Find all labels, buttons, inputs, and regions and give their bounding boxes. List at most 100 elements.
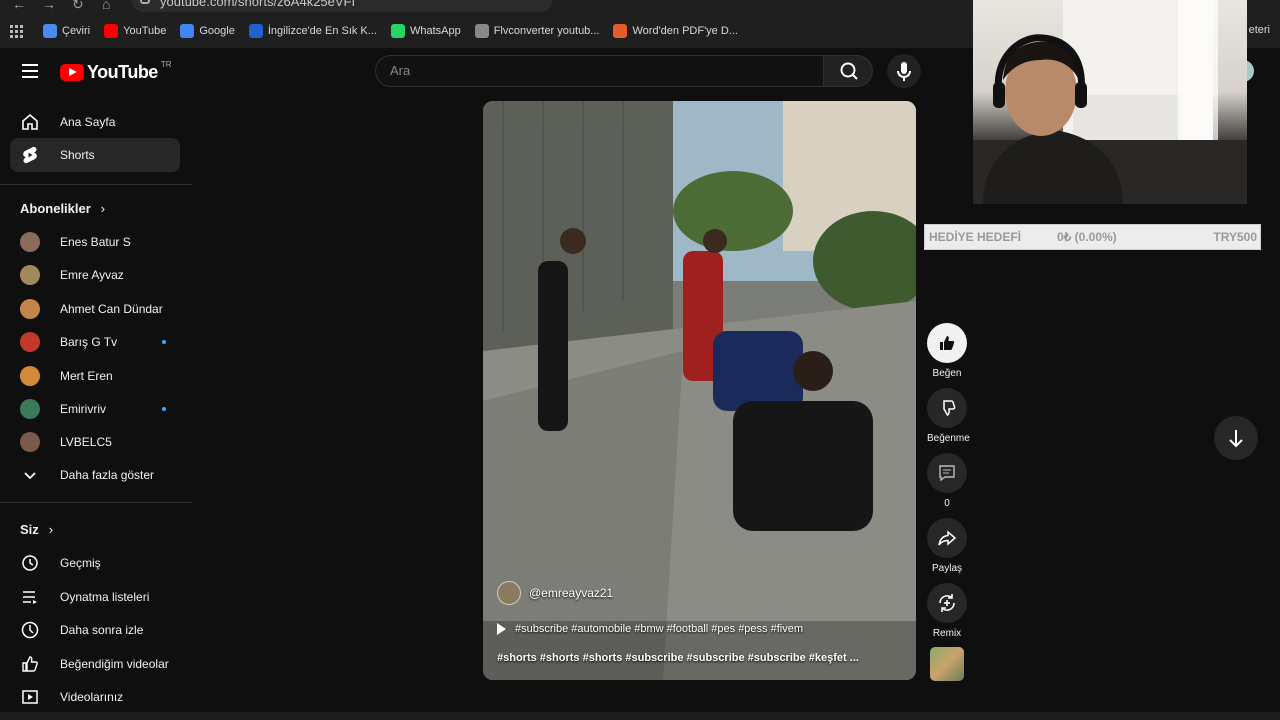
remix-button[interactable]: Remix xyxy=(927,583,967,639)
video-hashtags[interactable]: #shorts #shorts #shorts #subscribe #subs… xyxy=(497,652,859,664)
shorts-icon xyxy=(20,145,40,165)
playlists-icon xyxy=(20,587,40,607)
comments-count: 0 xyxy=(944,498,950,509)
subscription-label: Enes Batur S xyxy=(60,235,131,249)
sidebar-item-label: Shorts xyxy=(60,148,95,162)
dislike-button[interactable]: Beğenme xyxy=(927,388,970,444)
address-bar[interactable]: youtube.com/shorts/z6A4k25eVFI xyxy=(132,0,552,12)
os-taskbar xyxy=(0,712,1280,720)
liked-videos-icon xyxy=(20,654,40,674)
channel-avatar xyxy=(20,432,40,453)
channel-avatar xyxy=(20,265,40,286)
gift-goal-widget: HEDİYE HEDEFİ 0₺ (0.00%) TRY500 xyxy=(924,224,1261,250)
sidebar-item-home[interactable]: Ana Sayfa xyxy=(10,105,180,139)
menu-icon[interactable] xyxy=(22,64,38,78)
video-caption[interactable]: #subscribe #automobile #bmw #football #p… xyxy=(497,623,803,635)
bookmark-item[interactable]: İngilizce'de En Sık K... xyxy=(248,24,377,38)
voice-search-button[interactable] xyxy=(887,54,921,88)
bookmark-label: YouTube xyxy=(123,25,167,37)
bookmark-label: Çeviri xyxy=(62,25,91,37)
back-icon[interactable]: ← xyxy=(12,0,26,12)
bookmarks-overflow-text[interactable]: eteri xyxy=(1249,24,1270,36)
show-more-label: Daha fazla göster xyxy=(60,468,155,482)
divider xyxy=(0,184,192,185)
bookmark-label: İngilizce'de En Sık K... xyxy=(267,25,377,37)
share-icon xyxy=(927,518,967,558)
your-videos-icon xyxy=(20,687,40,707)
sidebar-item-history[interactable]: Geçmiş xyxy=(10,546,180,580)
bookmark-favicon-icon xyxy=(43,24,57,38)
bookmark-item[interactable]: Google xyxy=(180,24,235,38)
like-label: Beğen xyxy=(932,368,962,379)
sidebar-item-label: Geçmiş xyxy=(60,556,101,570)
you-header[interactable]: Siz › xyxy=(20,522,53,537)
bookmark-favicon-icon xyxy=(474,24,489,38)
next-video-button[interactable] xyxy=(1214,416,1258,460)
subscription-label: Mert Eren xyxy=(60,368,113,383)
youtube-logo-text: YouTube xyxy=(87,62,158,82)
sidebar-item-watch-later[interactable]: Daha sonra izle xyxy=(10,613,180,647)
search-input[interactable] xyxy=(388,62,812,79)
chevron-right-icon: › xyxy=(48,522,54,537)
url-text[interactable]: youtube.com/shorts/z6A4k25eVFI xyxy=(160,0,355,9)
apps-grid-icon[interactable] xyxy=(10,24,23,38)
short-video-player[interactable]: @emreayvaz21 #subscribe #automobile #bmw… xyxy=(483,101,916,680)
sidebar-item-shorts[interactable]: Shorts xyxy=(10,138,180,172)
subscriptions-header[interactable]: Abonelikler › xyxy=(20,201,105,216)
share-button[interactable]: Paylaş xyxy=(927,518,967,574)
subscription-label: Barış G Tv xyxy=(60,335,118,350)
play-icon[interactable] xyxy=(497,623,506,635)
bookmark-label: Flvconverter youtub... xyxy=(493,25,600,37)
search-box[interactable] xyxy=(375,55,823,87)
sidebar-item-label: Videolarınız xyxy=(60,690,124,704)
forward-icon[interactable]: → xyxy=(42,0,56,12)
bookmark-item[interactable]: WhatsApp xyxy=(390,24,461,38)
bookmark-item[interactable]: YouTube xyxy=(104,24,166,38)
reload-icon[interactable]: ↻ xyxy=(72,0,84,13)
share-label: Paylaş xyxy=(931,563,962,574)
comments-button[interactable]: 0 xyxy=(927,453,967,509)
subscription-item[interactable]: Barış G Tv xyxy=(10,325,180,359)
subscription-label: LVBELC5 xyxy=(60,435,112,450)
subscription-item[interactable]: LVBELC5 xyxy=(10,425,180,459)
you-title: Siz xyxy=(20,522,39,537)
like-button[interactable]: Beğen xyxy=(927,323,967,379)
sidebar-item-label: Ana Sayfa xyxy=(60,115,116,129)
microphone-icon xyxy=(897,62,911,81)
sidebar-item-label: Daha sonra izle xyxy=(60,623,144,637)
home-button-icon[interactable]: ⌂ xyxy=(102,0,110,12)
subscription-item[interactable]: Enes Batur S xyxy=(10,225,180,259)
remix-source-thumbnail[interactable] xyxy=(930,647,964,681)
bookmark-label: WhatsApp xyxy=(409,25,461,37)
new-content-dot xyxy=(162,407,166,411)
subscription-item[interactable]: Ahmet Can Dündar xyxy=(10,292,180,326)
webcam-overlay xyxy=(973,0,1247,204)
youtube-region-code: TR xyxy=(160,60,172,69)
site-info-icon[interactable] xyxy=(140,0,150,4)
show-more-button[interactable]: Daha fazla göster xyxy=(10,458,180,492)
bookmark-favicon-icon xyxy=(104,24,119,38)
search-button[interactable] xyxy=(823,55,873,87)
subscription-item[interactable]: Emre Ayvaz xyxy=(10,258,180,292)
subscription-item[interactable]: Mert Eren xyxy=(10,359,180,393)
sidebar-item-liked-videos[interactable]: Beğendiğim videolar xyxy=(10,647,180,681)
youtube-logo[interactable]: YouTube TR xyxy=(60,60,172,83)
bookmark-item[interactable]: Word'den PDF'ye D... xyxy=(613,24,738,38)
bookmark-item[interactable]: Çeviri xyxy=(43,24,90,38)
sidebar-item-your-videos[interactable]: Videolarınız xyxy=(10,680,180,714)
channel-row[interactable]: @emreayvaz21 xyxy=(497,581,613,605)
channel-avatar[interactable] xyxy=(497,581,521,605)
subscription-label: Emre Ayvaz xyxy=(60,268,124,283)
sidebar: Ana Sayfa Shorts Abonelikler › Enes Batu… xyxy=(0,100,192,720)
bookmark-favicon-icon xyxy=(180,24,195,38)
bookmark-favicon-icon xyxy=(248,24,263,38)
sidebar-item-playlists[interactable]: Oynatma listeleri xyxy=(10,580,180,614)
remix-label: Remix xyxy=(932,628,962,639)
subscriptions-title: Abonelikler xyxy=(20,201,91,216)
subscription-item[interactable]: Emirivriv xyxy=(10,392,180,426)
gift-goal-label: HEDİYE HEDEFİ xyxy=(929,230,1022,244)
channel-avatar xyxy=(20,365,40,386)
bookmark-item[interactable]: Flvconverter youtub... xyxy=(474,24,600,38)
chevron-right-icon: › xyxy=(100,201,106,216)
channel-name[interactable]: @emreayvaz21 xyxy=(529,586,613,600)
